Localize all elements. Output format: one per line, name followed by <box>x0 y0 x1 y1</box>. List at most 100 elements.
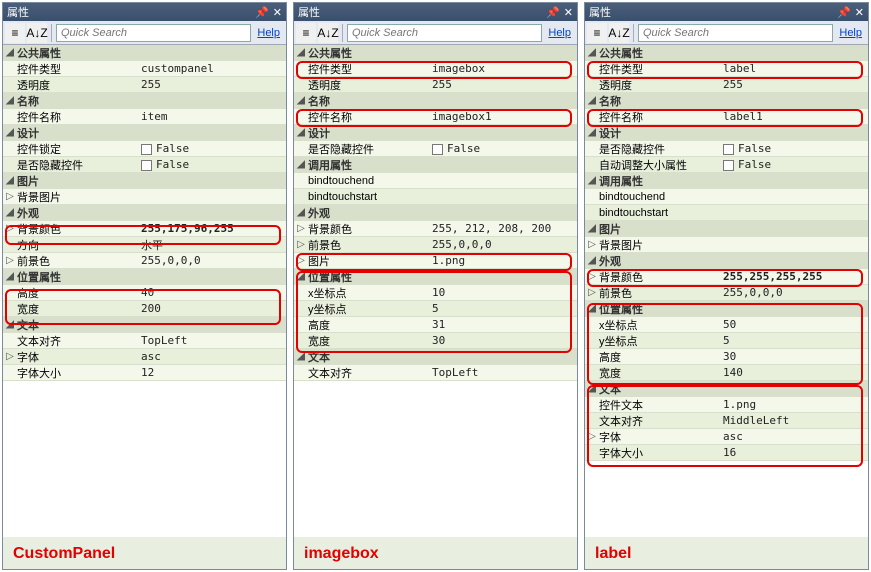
prop-bindtouchend[interactable]: bindtouchend <box>294 173 577 189</box>
prop-bindtouchstart[interactable]: bindtouchstart <box>294 189 577 205</box>
category-header-design[interactable]: ◢设计 <box>3 125 286 141</box>
category-header-picture[interactable]: ◢图片 <box>3 173 286 189</box>
quick-search-input[interactable] <box>347 24 542 42</box>
prop-ctrl-text[interactable]: 控件文本1.png <box>585 397 868 413</box>
prop-fg-color[interactable]: ▷前景色255,0,0,0 <box>585 285 868 301</box>
prop-opacity[interactable]: 透明度255 <box>585 77 868 93</box>
pin-icon[interactable]: 📌 <box>546 6 560 19</box>
quick-search-input[interactable] <box>56 24 251 42</box>
prop-bindtouchstart[interactable]: bindtouchstart <box>585 205 868 221</box>
help-link[interactable]: Help <box>548 27 571 39</box>
category-header-appearance[interactable]: ◢外观 <box>294 205 577 221</box>
prop-ctrl-type[interactable]: 控件类型label <box>585 61 868 77</box>
panel-title: 属性 <box>7 4 29 20</box>
panel-footer: imagebox <box>294 537 577 569</box>
category-header-position[interactable]: ◢位置属性 <box>3 269 286 285</box>
prop-bindtouchend[interactable]: bindtouchend <box>585 189 868 205</box>
prop-opacity[interactable]: 透明度255 <box>3 77 286 93</box>
category-header-text[interactable]: ◢文本 <box>3 317 286 333</box>
category-header-appearance[interactable]: ◢外观 <box>3 205 286 221</box>
panel-titlebar: 属性 📌 ✕ <box>294 3 577 21</box>
panel-toolbar: ≡ A↓Z Help <box>3 21 286 45</box>
prop-height[interactable]: 高度31 <box>294 317 577 333</box>
category-header-design[interactable]: ◢设计 <box>294 125 577 141</box>
prop-bg-color[interactable]: ▷背景颜色255,175,96,255 <box>3 221 286 237</box>
sort-alpha-icon[interactable]: A↓Z <box>318 23 338 43</box>
prop-ctrl-type[interactable]: 控件类型custompanel <box>3 61 286 77</box>
prop-text-align[interactable]: 文本对齐MiddleLeft <box>585 413 868 429</box>
category-header-call[interactable]: ◢调用属性 <box>585 173 868 189</box>
category-header-text[interactable]: ◢文本 <box>585 381 868 397</box>
category-header-design[interactable]: ◢设计 <box>585 125 868 141</box>
prop-ctrl-name[interactable]: 控件名称label1 <box>585 109 868 125</box>
prop-autosize[interactable]: 自动调整大小属性False <box>585 157 868 173</box>
checkbox-icon[interactable] <box>432 144 443 155</box>
help-link[interactable]: Help <box>257 27 280 39</box>
pin-icon[interactable]: 📌 <box>255 6 269 19</box>
property-panel-imagebox: 属性 📌 ✕ ≡ A↓Z Help ◢公共属性 控件类型imagebox 透明度… <box>293 2 578 570</box>
prop-width[interactable]: 宽度140 <box>585 365 868 381</box>
prop-font[interactable]: ▷字体asc <box>3 349 286 365</box>
category-header-text[interactable]: ◢文本 <box>294 349 577 365</box>
prop-bg-image[interactable]: ▷背景图片 <box>3 189 286 205</box>
panel-titlebar: 属性 📌 ✕ <box>585 3 868 21</box>
prop-text-align[interactable]: 文本对齐TopLeft <box>294 365 577 381</box>
panel-title: 属性 <box>298 4 320 20</box>
category-header-appearance[interactable]: ◢外观 <box>585 253 868 269</box>
prop-width[interactable]: 宽度200 <box>3 301 286 317</box>
prop-bg-color[interactable]: ▷背景颜色255,255,255,255 <box>585 269 868 285</box>
checkbox-icon[interactable] <box>723 144 734 155</box>
close-icon[interactable]: ✕ <box>273 6 282 19</box>
close-icon[interactable]: ✕ <box>855 6 864 19</box>
checkbox-icon[interactable] <box>141 144 152 155</box>
category-header-name[interactable]: ◢名称 <box>3 93 286 109</box>
panel-footer: CustomPanel <box>3 537 286 569</box>
prop-bg-color[interactable]: ▷背景颜色255, 212, 208, 200 <box>294 221 577 237</box>
prop-bg-image[interactable]: ▷背景图片 <box>585 237 868 253</box>
category-header-public[interactable]: ◢公共属性 <box>3 45 286 61</box>
checkbox-icon[interactable] <box>141 160 152 171</box>
property-panel-label: 属性 📌 ✕ ≡ A↓Z Help ◢公共属性 控件类型label 透明度255… <box>584 2 869 570</box>
prop-ctrl-name[interactable]: 控件名称imagebox1 <box>294 109 577 125</box>
prop-ctrl-type[interactable]: 控件类型imagebox <box>294 61 577 77</box>
category-header-call[interactable]: ◢调用属性 <box>294 157 577 173</box>
prop-font[interactable]: ▷字体asc <box>585 429 868 445</box>
prop-width[interactable]: 宽度30 <box>294 333 577 349</box>
categorize-icon[interactable]: ≡ <box>5 23 25 43</box>
help-link[interactable]: Help <box>839 27 862 39</box>
prop-font-size[interactable]: 字体大小12 <box>3 365 286 381</box>
prop-ctrl-lock[interactable]: 控件锁定False <box>3 141 286 157</box>
category-header-name[interactable]: ◢名称 <box>294 93 577 109</box>
categorize-icon[interactable]: ≡ <box>296 23 316 43</box>
category-header-name[interactable]: ◢名称 <box>585 93 868 109</box>
prop-image[interactable]: ▷图片1.png <box>294 253 577 269</box>
prop-opacity[interactable]: 透明度255 <box>294 77 577 93</box>
prop-ctrl-name[interactable]: 控件名称item <box>3 109 286 125</box>
quick-search-input[interactable] <box>638 24 833 42</box>
prop-height[interactable]: 高度40 <box>3 285 286 301</box>
prop-fg-color[interactable]: ▷前景色255,0,0,0 <box>294 237 577 253</box>
prop-x[interactable]: x坐标点10 <box>294 285 577 301</box>
category-header-public[interactable]: ◢公共属性 <box>585 45 868 61</box>
sort-alpha-icon[interactable]: A↓Z <box>27 23 47 43</box>
prop-height[interactable]: 高度30 <box>585 349 868 365</box>
checkbox-icon[interactable] <box>723 160 734 171</box>
category-header-position[interactable]: ◢位置属性 <box>585 301 868 317</box>
prop-hidden[interactable]: 是否隐藏控件False <box>294 141 577 157</box>
categorize-icon[interactable]: ≡ <box>587 23 607 43</box>
prop-y[interactable]: y坐标点5 <box>585 333 868 349</box>
category-header-picture[interactable]: ◢图片 <box>585 221 868 237</box>
prop-direction[interactable]: 方向水平 <box>3 237 286 253</box>
sort-alpha-icon[interactable]: A↓Z <box>609 23 629 43</box>
prop-fg-color[interactable]: ▷前景色255,0,0,0 <box>3 253 286 269</box>
prop-font-size[interactable]: 字体大小16 <box>585 445 868 461</box>
close-icon[interactable]: ✕ <box>564 6 573 19</box>
prop-hidden[interactable]: 是否隐藏控件False <box>585 141 868 157</box>
pin-icon[interactable]: 📌 <box>837 6 851 19</box>
prop-hidden[interactable]: 是否隐藏控件False <box>3 157 286 173</box>
prop-text-align[interactable]: 文本对齐TopLeft <box>3 333 286 349</box>
prop-y[interactable]: y坐标点5 <box>294 301 577 317</box>
category-header-public[interactable]: ◢公共属性 <box>294 45 577 61</box>
category-header-position[interactable]: ◢位置属性 <box>294 269 577 285</box>
prop-x[interactable]: x坐标点50 <box>585 317 868 333</box>
